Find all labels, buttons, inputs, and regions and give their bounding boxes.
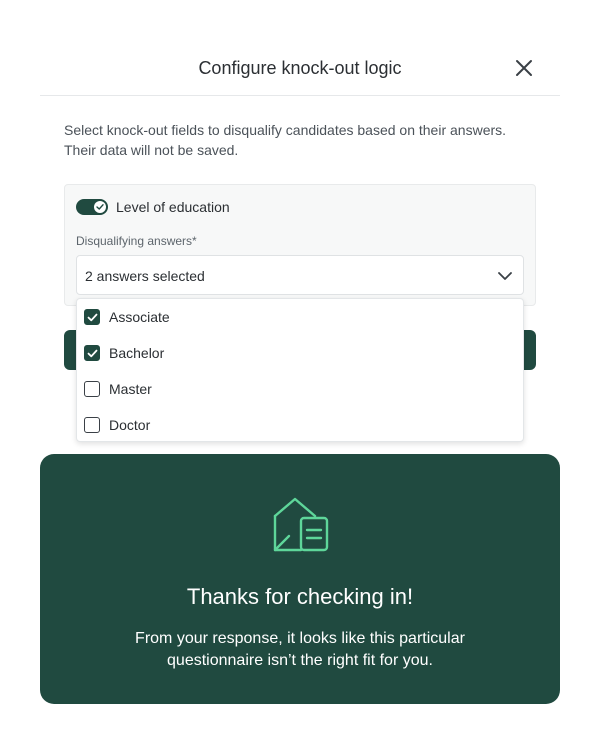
option-label: Master	[109, 381, 152, 397]
panel-title: Thanks for checking in!	[186, 584, 414, 609]
option-doctor[interactable]: Doctor	[77, 407, 523, 443]
select-value: 2 answers selected	[85, 268, 205, 284]
modal-page: Configure knock-out logic Select knock-o…	[0, 0, 600, 745]
option-master[interactable]: Master	[77, 371, 523, 407]
disqualifying-answers-select[interactable]: 2 answers selected	[76, 255, 524, 295]
answers-dropdown: Associate Bachelor Master Doctor	[76, 298, 524, 442]
option-label: Doctor	[109, 417, 151, 433]
checkbox[interactable]	[84, 309, 100, 325]
field-label-education: Level of education	[116, 199, 230, 215]
chevron-down-icon	[498, 272, 512, 280]
option-bachelor[interactable]: Bachelor	[77, 335, 523, 371]
disqualifying-answers-label: Disqualifying answers*	[76, 234, 197, 248]
panel-message: From your response, it looks like this p…	[135, 630, 465, 669]
check-icon	[87, 313, 97, 321]
close-icon	[516, 60, 532, 76]
check-icon	[96, 204, 104, 210]
option-label: Associate	[109, 309, 170, 325]
checkbox[interactable]	[84, 381, 100, 397]
thanks-panel: Thanks for checking in! From your respon…	[40, 454, 560, 704]
modal-title: Configure knock-out logic	[198, 58, 402, 78]
checkbox[interactable]	[84, 417, 100, 433]
toggle-row: Level of education	[76, 198, 230, 216]
checkbox[interactable]	[84, 345, 100, 361]
toggle-knob	[94, 201, 106, 213]
education-toggle[interactable]	[76, 199, 108, 215]
option-associate[interactable]: Associate	[77, 299, 523, 335]
knockout-field-card: Level of education Disqualifying answers…	[64, 184, 536, 306]
envelope-document-icon	[273, 497, 329, 552]
option-label: Bachelor	[109, 345, 165, 361]
check-icon	[87, 349, 97, 357]
modal-description: Select knock-out fields to disqualify ca…	[64, 122, 507, 158]
close-button[interactable]	[514, 58, 534, 78]
modal-header: Configure knock-out logic	[40, 40, 560, 96]
